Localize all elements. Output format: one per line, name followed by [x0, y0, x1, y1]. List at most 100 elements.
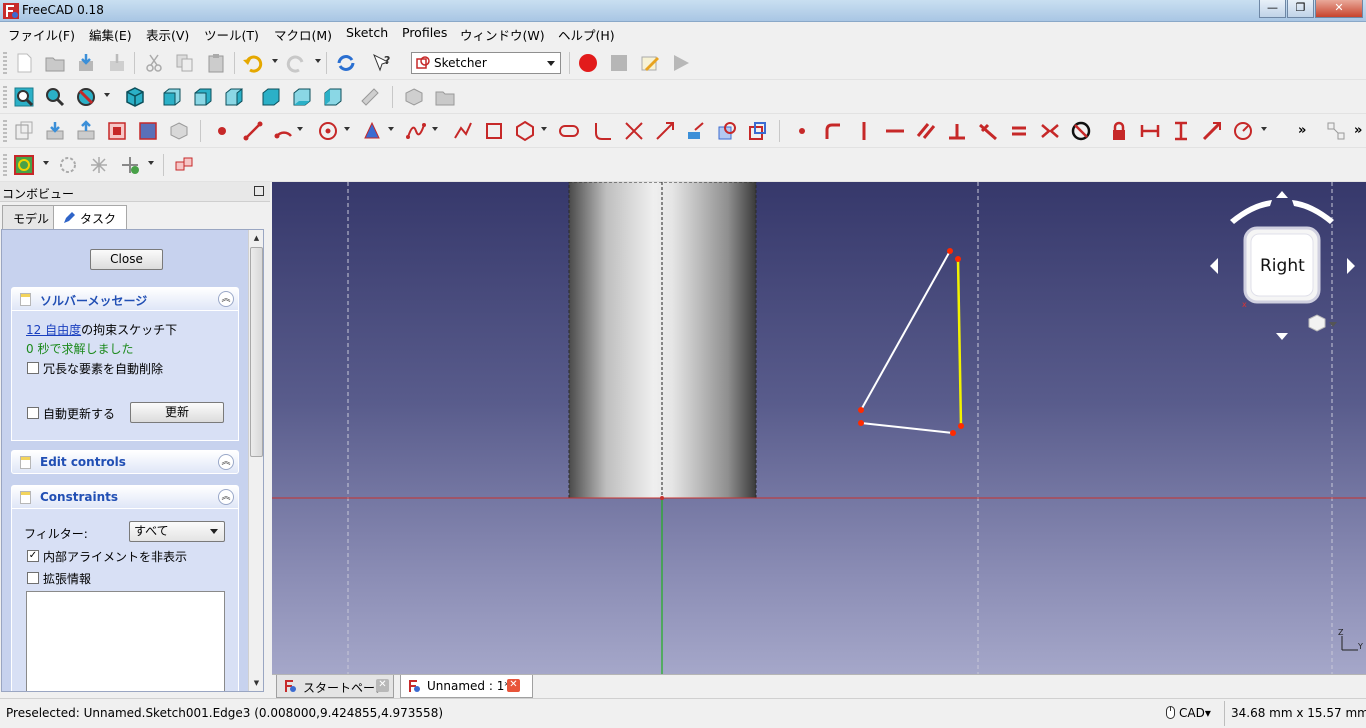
view-left-icon[interactable]	[321, 85, 345, 109]
toolbar-grip[interactable]	[3, 120, 7, 142]
view-sketch-icon[interactable]	[105, 119, 129, 143]
auto-remove-checkbox[interactable]	[27, 362, 39, 374]
circle-dropdown-icon[interactable]	[344, 127, 350, 131]
toolbar-grip[interactable]	[3, 86, 7, 108]
toolbar-overflow-icon[interactable]: »	[1298, 123, 1306, 138]
chevron-down-icon[interactable]	[1329, 322, 1337, 327]
toolbar-overflow-icon[interactable]: »	[1354, 123, 1362, 138]
menu-profiles[interactable]: Profiles	[402, 25, 447, 40]
menu-file[interactable]: ファイル(F)	[8, 25, 75, 44]
task-panel-scrollbar[interactable]: ▲ ▼	[248, 230, 263, 691]
draw-style-dropdown-icon[interactable]	[104, 93, 110, 97]
grid-dropdown-icon[interactable]	[43, 161, 49, 165]
view-section-icon[interactable]	[136, 119, 160, 143]
constrain-vertical-icon[interactable]	[852, 119, 876, 143]
menu-view[interactable]: 表示(V)	[146, 25, 189, 44]
constrain-perpendicular-icon[interactable]	[945, 119, 969, 143]
fit-selection-icon[interactable]	[43, 85, 67, 109]
undock-icon[interactable]	[254, 186, 264, 196]
close-tab-icon[interactable]: ✕	[507, 679, 520, 692]
carbon-copy-icon[interactable]	[715, 119, 739, 143]
new-document-icon[interactable]	[12, 51, 36, 75]
constrain-block-icon[interactable]	[1069, 119, 1093, 143]
filter-select[interactable]: すべて	[129, 521, 225, 542]
arrow-down-icon[interactable]	[1276, 333, 1288, 340]
macro-play-icon[interactable]	[669, 51, 693, 75]
arrow-right-icon[interactable]	[1347, 258, 1355, 274]
extended-info-checkbox[interactable]	[27, 572, 39, 584]
create-polyline-icon[interactable]	[451, 119, 475, 143]
constrain-vertical-distance-icon[interactable]	[1169, 119, 1193, 143]
toggle-construction-icon[interactable]	[746, 119, 770, 143]
view-top-icon[interactable]	[191, 85, 215, 109]
new-sketch-icon[interactable]	[12, 119, 36, 143]
validate-sketch-icon[interactable]	[118, 153, 142, 177]
constrain-radius-icon[interactable]	[1231, 119, 1255, 143]
scroll-down-icon[interactable]: ▼	[249, 675, 263, 691]
create-conic-icon[interactable]	[360, 119, 384, 143]
cube-menu-icon[interactable]	[1308, 314, 1326, 332]
external-geometry-icon[interactable]	[684, 119, 708, 143]
view-right-icon[interactable]	[222, 85, 246, 109]
toolbar-grip[interactable]	[3, 154, 7, 176]
create-circle-icon[interactable]	[316, 119, 340, 143]
navigation-style-selector[interactable]: CAD▾	[1166, 706, 1211, 720]
arc-dropdown-icon[interactable]	[297, 127, 303, 131]
create-fillet-icon[interactable]	[591, 119, 615, 143]
toolbar-grip[interactable]	[3, 52, 7, 74]
create-arc-icon[interactable]	[272, 119, 296, 143]
collapse-icon[interactable]: ︽	[218, 454, 234, 470]
tab-start-page[interactable]: スタートページ ✕	[276, 675, 394, 698]
update-button[interactable]: 更新	[130, 402, 224, 423]
menu-help[interactable]: ヘルプ(H)	[558, 25, 615, 44]
select-conflicting-icon[interactable]	[56, 153, 80, 177]
macro-record-icon[interactable]	[576, 51, 600, 75]
open-folder-icon[interactable]	[43, 51, 67, 75]
undo-dropdown-icon[interactable]	[272, 59, 278, 63]
trim-edge-icon[interactable]	[622, 119, 646, 143]
minimize-button[interactable]: —	[1259, 0, 1286, 18]
copy-icon[interactable]	[173, 51, 197, 75]
constraints-list[interactable]	[26, 591, 225, 691]
rotate-right-icon[interactable]	[1292, 200, 1334, 224]
menu-window[interactable]: ウィンドウ(W)	[460, 25, 545, 44]
constrain-coincident-icon[interactable]	[790, 119, 814, 143]
workbench-selector[interactable]: Sketcher	[411, 52, 561, 74]
undo-icon[interactable]	[241, 51, 265, 75]
tab-unnamed[interactable]: Unnamed : 1* ✕	[400, 675, 533, 698]
select-elements-icon[interactable]	[87, 153, 111, 177]
scroll-up-icon[interactable]: ▲	[249, 230, 263, 246]
view-isometric-icon[interactable]	[123, 85, 147, 109]
constrain-symmetric-icon[interactable]	[1038, 119, 1062, 143]
close-tab-icon[interactable]: ✕	[376, 679, 389, 692]
create-bspline-icon[interactable]	[404, 119, 428, 143]
dof-link[interactable]: 12 自由度	[26, 323, 81, 337]
refresh-icon[interactable]	[334, 51, 358, 75]
extend-edge-icon[interactable]	[653, 119, 677, 143]
create-polygon-icon[interactable]	[513, 119, 537, 143]
rectangular-array-icon[interactable]	[172, 153, 196, 177]
collapse-icon[interactable]: ︽	[218, 489, 234, 505]
menu-edit[interactable]: 編集(E)	[89, 25, 132, 44]
radius-dropdown-icon[interactable]	[1261, 127, 1267, 131]
macro-edit-icon[interactable]	[638, 51, 662, 75]
auto-update-checkbox[interactable]	[27, 407, 39, 419]
constrain-point-on-object-icon[interactable]	[821, 119, 845, 143]
arrow-left-icon[interactable]	[1210, 258, 1218, 274]
constrain-equal-icon[interactable]	[1007, 119, 1031, 143]
hide-internal-checkbox[interactable]: ✓	[27, 550, 39, 562]
constrain-tangent-icon[interactable]	[976, 119, 1000, 143]
measure-distance-icon[interactable]	[358, 85, 382, 109]
save-as-icon[interactable]	[105, 51, 129, 75]
sketcher-tools-icon[interactable]	[1324, 119, 1348, 143]
arrow-up-icon[interactable]	[1276, 191, 1288, 198]
constraints-header[interactable]: Constraints ︽	[11, 485, 239, 509]
conic-dropdown-icon[interactable]	[388, 127, 394, 131]
redo-dropdown-icon[interactable]	[315, 59, 321, 63]
menu-tools[interactable]: ツール(T)	[204, 25, 259, 44]
bspline-dropdown-icon[interactable]	[432, 127, 438, 131]
fit-all-icon[interactable]	[12, 85, 36, 109]
create-line-icon[interactable]	[241, 119, 265, 143]
scrollbar-thumb[interactable]	[250, 247, 263, 457]
constrain-lock-icon[interactable]	[1107, 119, 1131, 143]
